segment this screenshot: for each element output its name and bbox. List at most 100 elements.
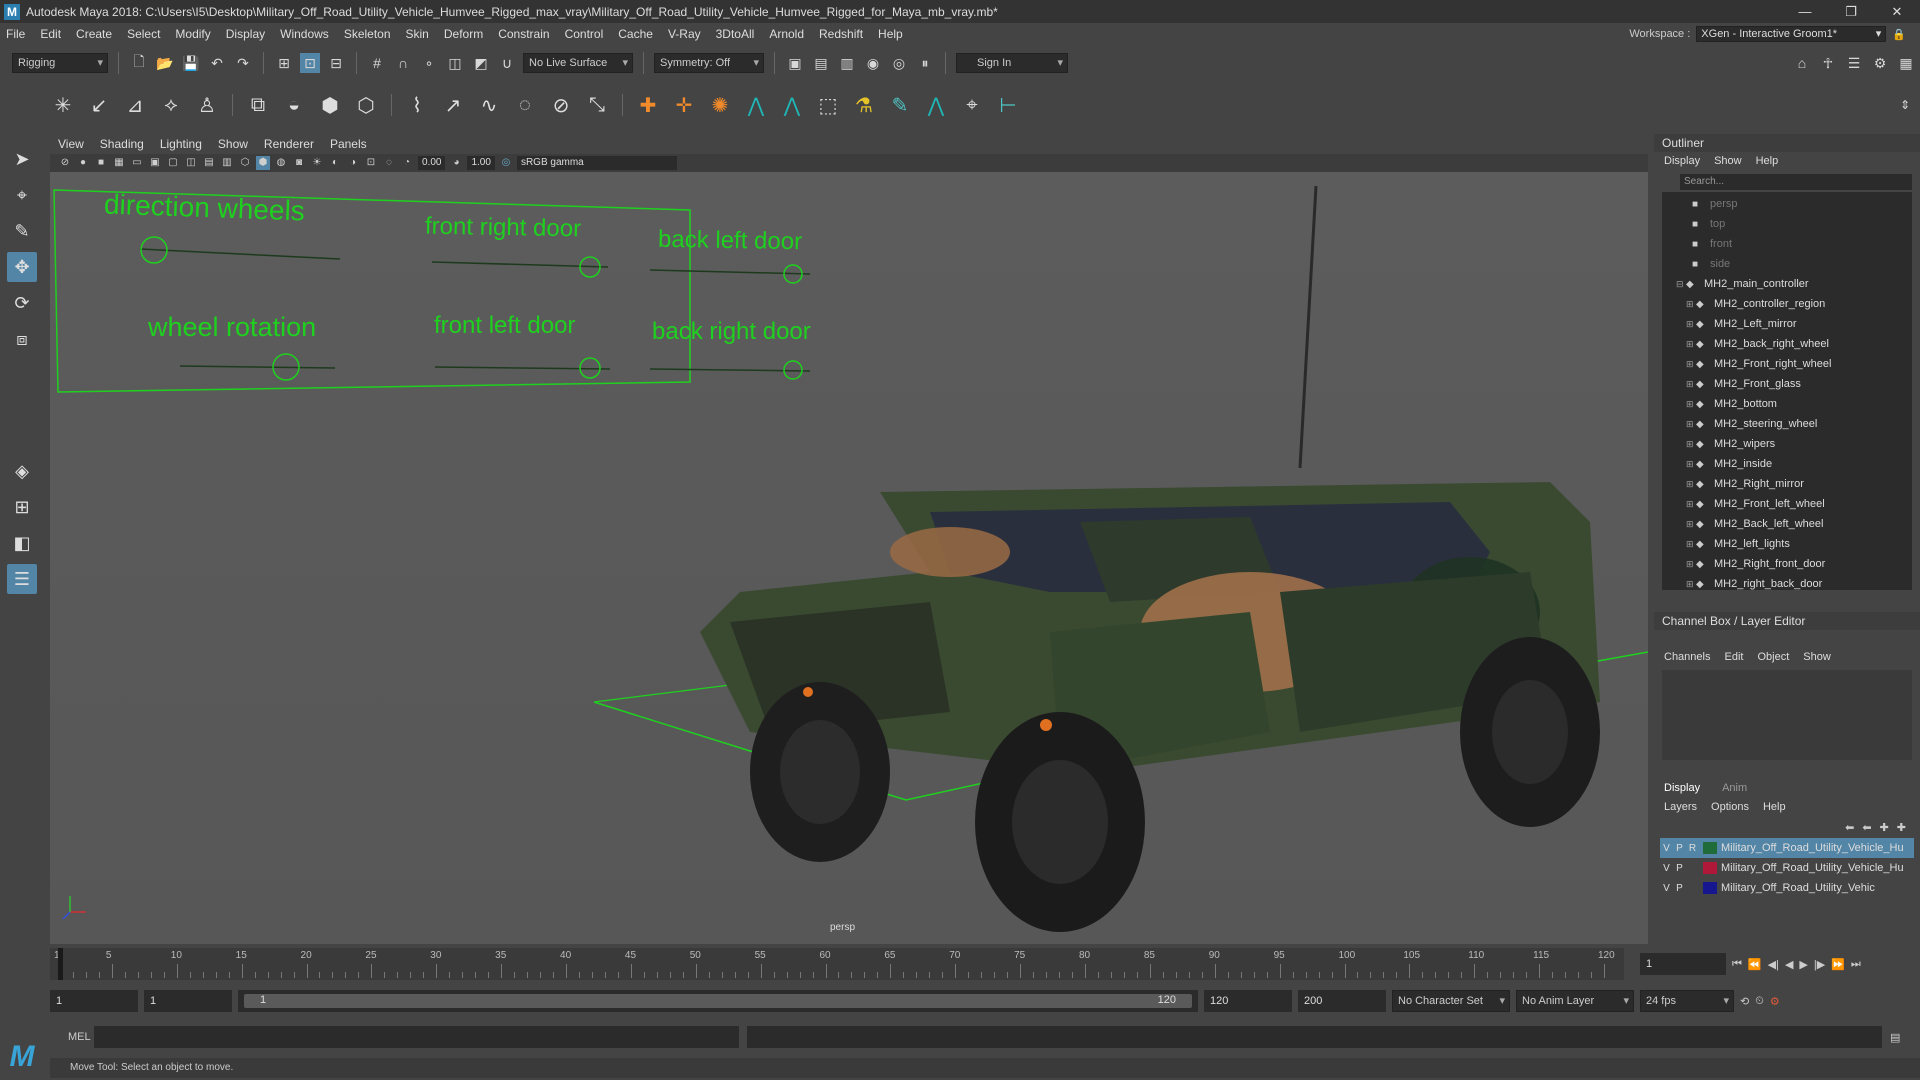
- step-back-frame-icon[interactable]: ◀|: [1768, 958, 1779, 971]
- hypershade-icon[interactable]: ◉: [863, 53, 883, 73]
- image-plane-icon[interactable]: ■: [94, 156, 108, 170]
- expand-icon[interactable]: ⊞: [1686, 519, 1696, 530]
- outliner-root-item[interactable]: ⊟ ◆ MH2_main_controller: [1662, 274, 1912, 294]
- menu-select[interactable]: Select: [127, 27, 160, 41]
- channel-box-menu-edit[interactable]: Edit: [1724, 651, 1743, 663]
- grid-icon[interactable]: ▦: [112, 156, 126, 170]
- safe-title-icon[interactable]: ▥: [220, 156, 234, 170]
- outliner-item[interactable]: ⊞ ◆ MH2_controller_region: [1662, 294, 1912, 314]
- outliner-camera-persp[interactable]: ■ persp: [1662, 194, 1912, 214]
- viewport-menu-renderer[interactable]: Renderer: [264, 137, 314, 151]
- character-controls-icon[interactable]: ☥: [1818, 53, 1838, 73]
- menu-v-ray[interactable]: V-Ray: [668, 27, 701, 41]
- outliner-item[interactable]: ⊞ ◆ MH2_steering_wheel: [1662, 414, 1912, 434]
- pin-icon[interactable]: ⌖: [957, 90, 987, 120]
- tab-display[interactable]: Display: [1664, 782, 1700, 794]
- open-scene-icon[interactable]: 📂: [155, 53, 175, 73]
- expand-icon[interactable]: ⊞: [1686, 419, 1696, 430]
- viewport-menu-lighting[interactable]: Lighting: [160, 137, 202, 151]
- menu-3dtoall[interactable]: 3DtoAll: [716, 27, 755, 41]
- channel-box-icon[interactable]: ▦: [1896, 53, 1916, 73]
- layer-menu-layers[interactable]: Layers: [1664, 801, 1697, 813]
- viewport-menu-show[interactable]: Show: [218, 137, 248, 151]
- bind-skin-icon[interactable]: ⧉: [243, 90, 273, 120]
- fps-dropdown[interactable]: 24 fps: [1640, 990, 1734, 1012]
- parent-constraint-icon[interactable]: ✚: [633, 90, 663, 120]
- current-frame-field[interactable]: 1: [1640, 953, 1726, 975]
- ik-spline-icon[interactable]: ⊿: [120, 90, 150, 120]
- outliner-camera-top[interactable]: ■ top: [1662, 214, 1912, 234]
- menu-constrain[interactable]: Constrain: [498, 27, 549, 41]
- menu-skeleton[interactable]: Skeleton: [344, 27, 391, 41]
- lights-icon[interactable]: ☀: [310, 156, 324, 170]
- scale-tool-icon[interactable]: ⧈: [7, 324, 37, 354]
- resolution-gate-icon[interactable]: ▣: [148, 156, 162, 170]
- select-object-icon[interactable]: ⊡: [300, 53, 320, 73]
- symmetry-dropdown[interactable]: Symmetry: Off: [654, 53, 764, 73]
- layer-menu-help[interactable]: Help: [1763, 801, 1786, 813]
- ambient-occlusion-icon[interactable]: ◑: [346, 156, 360, 170]
- expand-icon[interactable]: ⊞: [1686, 399, 1696, 410]
- new-scene-icon[interactable]: 🗋: [129, 53, 149, 73]
- play-forwards-icon[interactable]: ▶: [1799, 958, 1807, 971]
- expand-icon[interactable]: ⊞: [1686, 459, 1696, 470]
- expand-icon[interactable]: ⊞: [1686, 479, 1696, 490]
- anim-prefs-icon[interactable]: ⚙: [1770, 995, 1780, 1008]
- step-forward-key-icon[interactable]: ⏩: [1831, 958, 1845, 971]
- maximize-icon[interactable]: ❐: [1828, 0, 1874, 23]
- viewport-persp[interactable]: direction wheels front right door back l…: [50, 172, 1648, 944]
- textured-icon[interactable]: ◙: [292, 156, 306, 170]
- default-material-icon[interactable]: ◍: [274, 156, 288, 170]
- layer-color-swatch[interactable]: [1703, 882, 1717, 894]
- tab-anim[interactable]: Anim: [1722, 782, 1747, 794]
- aim-constraint-icon[interactable]: ⤡: [582, 90, 612, 120]
- save-scene-icon[interactable]: 💾: [181, 53, 201, 73]
- create-skin-icon[interactable]: ⚗: [849, 90, 879, 120]
- expand-icon[interactable]: ⊞: [1686, 559, 1696, 570]
- xray-icon[interactable]: ◌: [382, 156, 396, 170]
- menu-help[interactable]: Help: [878, 27, 903, 41]
- outliner-menu-help[interactable]: Help: [1756, 155, 1779, 167]
- render-icon[interactable]: ▣: [785, 53, 805, 73]
- layout-outliner-icon[interactable]: ☰: [7, 564, 37, 594]
- start-time-field[interactable]: 1: [50, 990, 138, 1012]
- viewport-menu-shading[interactable]: Shading: [100, 137, 144, 151]
- empty-slot-icon[interactable]: ⬚: [813, 90, 843, 120]
- outliner-item[interactable]: ⊞ ◆ MH2_Right_front_door: [1662, 554, 1912, 574]
- persp-outliner-icon[interactable]: ◧: [7, 528, 37, 558]
- lattice-icon[interactable]: ⬢: [315, 90, 345, 120]
- layer-menu-options[interactable]: Options: [1711, 801, 1749, 813]
- go-to-start-icon[interactable]: ⏮: [1732, 958, 1742, 971]
- shelf-scroll-icon[interactable]: ⇕: [1890, 90, 1920, 120]
- rotate-tool-icon[interactable]: ⟳: [7, 288, 37, 318]
- close-icon[interactable]: ✕: [1874, 0, 1920, 23]
- ik-handle-icon[interactable]: ↙: [84, 90, 114, 120]
- sign-in-button[interactable]: Sign In: [956, 53, 1068, 73]
- auto-key-icon[interactable]: ⏲: [1755, 995, 1764, 1008]
- menu-windows[interactable]: Windows: [280, 27, 329, 41]
- field-chart-icon[interactable]: ◫: [184, 156, 198, 170]
- expand-icon[interactable]: ⊞: [1686, 499, 1696, 510]
- outliner-item[interactable]: ⊞ ◆ MH2_Front_left_wheel: [1662, 494, 1912, 514]
- humanik-icon[interactable]: ♙: [192, 90, 222, 120]
- select-tool-icon[interactable]: ➤: [7, 144, 37, 174]
- nurbs-circle-icon[interactable]: ◌: [510, 90, 540, 120]
- cluster-icon[interactable]: ⌇: [402, 90, 432, 120]
- outliner-search-input[interactable]: Search...: [1680, 174, 1912, 190]
- orient-constraint-icon[interactable]: ✺: [705, 90, 735, 120]
- exposure-field[interactable]: 0.00: [418, 156, 446, 170]
- layer-p-toggle[interactable]: P: [1673, 883, 1686, 894]
- viewport-menu-view[interactable]: View: [58, 137, 84, 151]
- step-back-key-icon[interactable]: ⏪: [1748, 958, 1762, 971]
- playback-start-field[interactable]: 1: [144, 990, 232, 1012]
- outliner-item[interactable]: ⊞ ◆ MH2_back_right_wheel: [1662, 334, 1912, 354]
- menu-control[interactable]: Control: [565, 27, 604, 41]
- joint-tool-icon[interactable]: ✳: [48, 90, 78, 120]
- camera-attributes-icon[interactable]: ⊘: [58, 156, 72, 170]
- paint-weights-icon[interactable]: ◒: [279, 90, 309, 120]
- expand-icon[interactable]: ⊞: [1686, 299, 1696, 310]
- snap-grid-icon[interactable]: #: [367, 53, 387, 73]
- ipr-render-icon[interactable]: ▤: [811, 53, 831, 73]
- mel-label[interactable]: MEL: [50, 1031, 91, 1043]
- isolate-select-icon[interactable]: ⊡: [364, 156, 378, 170]
